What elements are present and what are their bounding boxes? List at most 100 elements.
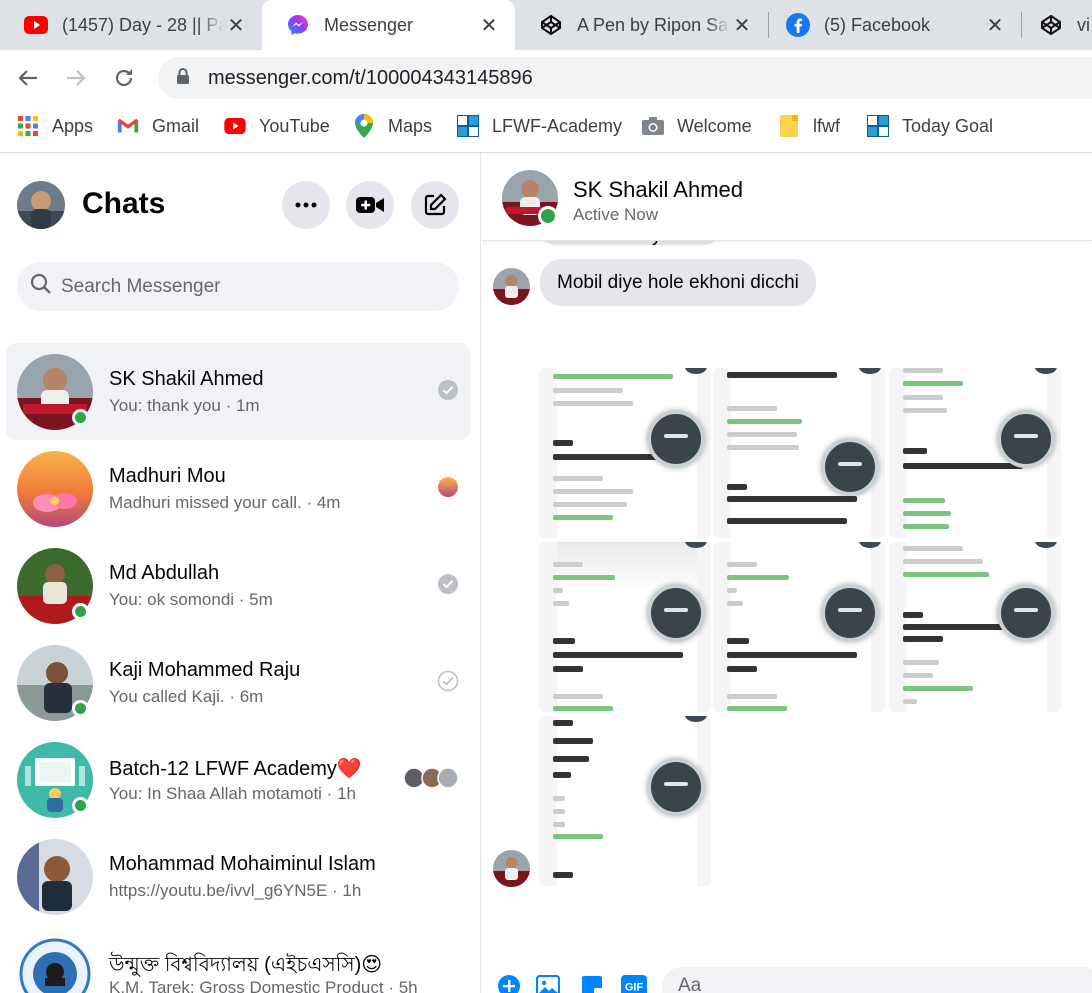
browser-tab-youtube[interactable]: (1457) Day - 28 || Pa ✕: [0, 0, 262, 50]
bookmark-today-goal[interactable]: Today Goal: [867, 114, 993, 138]
tab-title: Messenger: [324, 14, 414, 35]
back-button[interactable]: [12, 62, 44, 94]
bookmark-label: Apps: [52, 115, 94, 136]
image-attachment[interactable]: [539, 716, 711, 886]
contact-status: Active Now: [573, 205, 659, 224]
facebook-icon: [786, 13, 810, 37]
bookmark-maps[interactable]: Maps: [353, 114, 432, 138]
chat-item-batch-12-lfwf-academy[interactable]: Batch-12 LFWF Academy❤️ You: In Shaa All…: [6, 731, 470, 828]
url-text: messenger.com/t/100004343145896: [208, 66, 533, 89]
youtube-icon: [24, 13, 48, 37]
message-input[interactable]: Aa: [662, 967, 1092, 993]
chat-name: SK Shakil Ahmed: [109, 368, 264, 390]
image-icon: [536, 975, 560, 993]
lfwf-icon: [867, 115, 889, 137]
message-composer: GIF Aa: [482, 961, 1092, 993]
timer-icon: [821, 438, 879, 496]
chat-item-kaji-mohammed-raju[interactable]: Kaji Mohammed Raju You called Kaji. · 6m: [6, 634, 470, 731]
reload-button[interactable]: [108, 62, 140, 94]
seen-check-icon: [437, 379, 459, 401]
browser-tab-strip: (1457) Day - 28 || Pa ✕ Messenger ✕ A Pe…: [0, 0, 1092, 50]
bookmark-label: Welcome: [677, 115, 752, 136]
browser-tab-codepen-2[interactable]: vi: [1022, 0, 1092, 50]
bookmark-lfwf[interactable]: lfwf: [778, 114, 840, 138]
contact-name[interactable]: SK Shakil Ahmed: [573, 177, 743, 203]
bookmark-apps[interactable]: Apps: [17, 114, 93, 138]
chat-item-madhuri-mou[interactable]: Madhuri Mou Madhuri missed your call. · …: [6, 440, 470, 537]
send-gif-button[interactable]: GIF: [621, 973, 647, 993]
chat-snippet: You called Kaji. · 6m: [109, 687, 264, 706]
seen-avatar-icon: [437, 476, 459, 498]
ellipsis-icon: [295, 202, 317, 208]
plus-circle-icon: [498, 975, 520, 993]
close-icon[interactable]: ✕: [224, 13, 248, 37]
reload-icon: [115, 69, 133, 87]
new-message-button[interactable]: [411, 181, 459, 229]
search-input[interactable]: [61, 275, 421, 298]
browser-tab-messenger[interactable]: Messenger ✕: [262, 0, 515, 50]
arrow-left-icon: [18, 70, 37, 86]
bookmark-gmail[interactable]: Gmail: [117, 114, 199, 138]
chat-item-mohammad-mohaiminul-islam[interactable]: Mohammad Mohaiminul Islam https://youtu.…: [6, 828, 470, 925]
image-attachment[interactable]: [539, 542, 711, 712]
avatar: [17, 839, 93, 915]
bookmark-label: Gmail: [152, 115, 200, 136]
message-bubble[interactable]: Mobil diye hole ekhoni dicchi: [540, 259, 816, 306]
browser-tab-facebook[interactable]: (5) Facebook ✕: [769, 0, 1021, 50]
image-attachment[interactable]: [713, 368, 885, 538]
search-icon: [29, 272, 53, 301]
video-camera-plus-icon: [356, 197, 384, 213]
search-bar: [17, 262, 459, 311]
image-attachment[interactable]: [889, 368, 1061, 538]
tab-title: vi: [1077, 14, 1090, 35]
send-photo-button[interactable]: [535, 973, 561, 993]
avatar[interactable]: [17, 181, 65, 229]
send-sticker-button[interactable]: [579, 973, 605, 993]
image-attachment[interactable]: [539, 368, 711, 538]
avatar: [493, 850, 530, 887]
chat-snippet: https://youtu.be/ivvl_g6YN5E · 1h: [109, 881, 362, 900]
chat-name: Md Abdullah: [109, 562, 220, 584]
close-icon[interactable]: ✕: [983, 13, 1007, 37]
lfwf-icon: [457, 115, 479, 137]
chat-snippet: You: ok somondi · 5m: [109, 590, 273, 609]
chat-snippet: Madhuri missed your call. · 4m: [109, 493, 341, 512]
bookmark-lfwf-academy[interactable]: LFWF-Academy: [457, 114, 622, 138]
url-field[interactable]: messenger.com/t/100004343145896: [158, 57, 1092, 99]
bookmark-welcome[interactable]: Welcome: [642, 114, 752, 138]
image-attachment[interactable]: [713, 542, 885, 712]
bookmark-label: Maps: [388, 115, 433, 136]
image-attachment[interactable]: [889, 542, 1061, 712]
chat-name: Mohammad Mohaiminul Islam: [109, 853, 376, 875]
chat-item-sk-shakil-ahmed[interactable]: SK Shakil Ahmed You: thank you · 1m: [6, 343, 470, 440]
new-room-button[interactable]: [346, 181, 394, 229]
bookmark-youtube[interactable]: YouTube: [224, 114, 330, 138]
avatar: [17, 451, 93, 527]
chat-name: Kaji Mohammed Raju: [109, 659, 301, 681]
folder-icon: [778, 115, 800, 137]
timer-icon: [647, 410, 705, 468]
close-icon[interactable]: ✕: [477, 13, 501, 37]
chat-snippet: K.M. Tarek: Gross Domestic Product · 5h: [109, 978, 418, 993]
bookmarks-bar: Apps Gmail YouTube Maps LFWF-Academy Wel…: [0, 106, 1092, 146]
bookmark-label: LFWF-Academy: [492, 115, 623, 136]
more-options-button[interactable]: [282, 181, 330, 229]
sticker-icon: [582, 976, 602, 993]
sent-check-icon: [437, 670, 459, 692]
camera-icon: [642, 115, 664, 137]
chat-list: SK Shakil Ahmed You: thank you · 1m Madh…: [6, 343, 470, 993]
lock-icon: [176, 67, 190, 90]
page-title: Chats: [82, 187, 166, 220]
arrow-right-icon: [67, 70, 86, 86]
add-attachment-button[interactable]: [496, 973, 522, 993]
chat-item-md-abdullah[interactable]: Md Abdullah You: ok somondi · 5m: [6, 537, 470, 634]
avatar: [17, 936, 93, 993]
chat-item-open-university-hsc[interactable]: উন্মুক্ত বিশ্ববিদ্যালয় (এইচএসসি)😍 K.M. …: [6, 925, 470, 993]
address-bar: messenger.com/t/100004343145896: [0, 50, 1092, 106]
browser-tab-codepen[interactable]: A Pen by Ripon Sark ✕: [515, 0, 768, 50]
codepen-icon: [1039, 13, 1063, 37]
forward-button[interactable]: [60, 62, 92, 94]
online-indicator: [538, 206, 558, 226]
compose-icon: [424, 193, 447, 216]
close-icon[interactable]: ✕: [730, 13, 754, 37]
